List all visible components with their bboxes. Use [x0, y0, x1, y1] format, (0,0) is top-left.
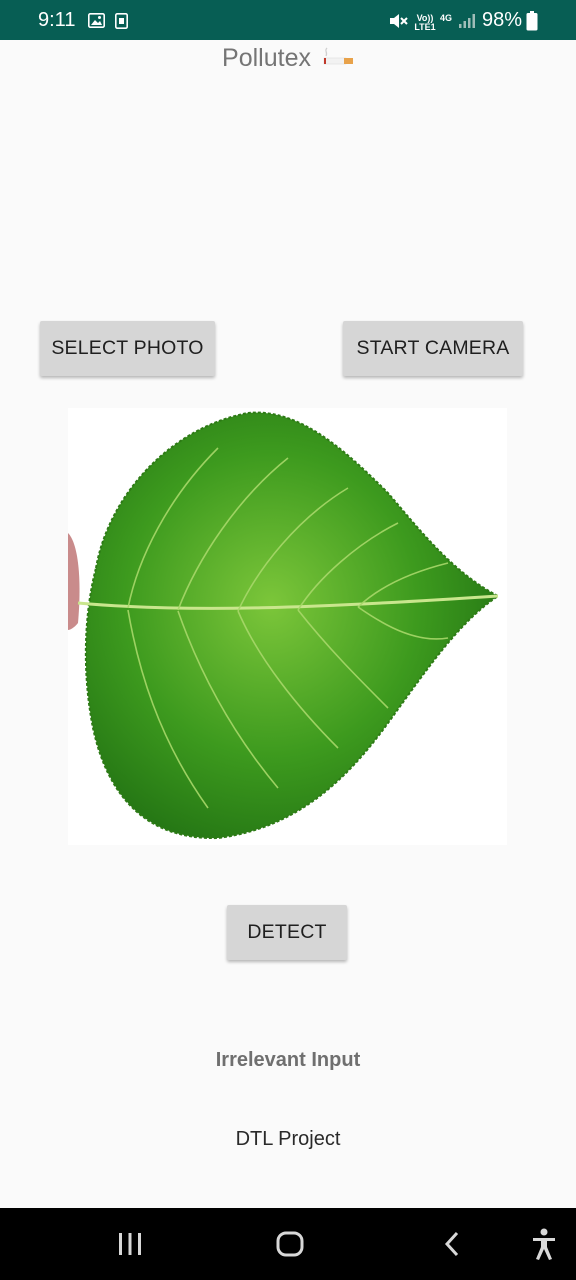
page-title: Pollutex [222, 44, 311, 72]
gallery-icon [88, 13, 105, 33]
detect-button[interactable]: DETECT [227, 905, 347, 960]
recent-apps-icon[interactable] [100, 1208, 160, 1280]
signal-icon [458, 13, 476, 34]
navigation-bar [0, 1208, 576, 1280]
app-title-bar: Pollutex [0, 44, 576, 74]
screenshot-icon [115, 13, 128, 34]
cigarette-icon [322, 45, 354, 74]
back-icon[interactable] [422, 1208, 482, 1280]
network-label: 4G [440, 13, 453, 23]
status-bar: 9:11 Vo)) LTE1 4G 98% [0, 0, 576, 40]
accessibility-icon[interactable] [516, 1208, 572, 1280]
battery-icon [526, 11, 538, 36]
result-text: Irrelevant Input [215, 1049, 361, 1071]
home-icon[interactable] [260, 1208, 320, 1280]
selected-photo [68, 408, 507, 845]
volte-label: Vo)) LTE1 [414, 13, 436, 32]
battery-percent: 98% [481, 9, 522, 31]
mute-icon [388, 12, 408, 35]
start-camera-button[interactable]: START CAMERA [343, 321, 523, 376]
status-time: 9:11 [38, 9, 76, 31]
footer-text: DTL Project [235, 1128, 341, 1150]
select-photo-button[interactable]: SELECT PHOTO [40, 321, 215, 376]
